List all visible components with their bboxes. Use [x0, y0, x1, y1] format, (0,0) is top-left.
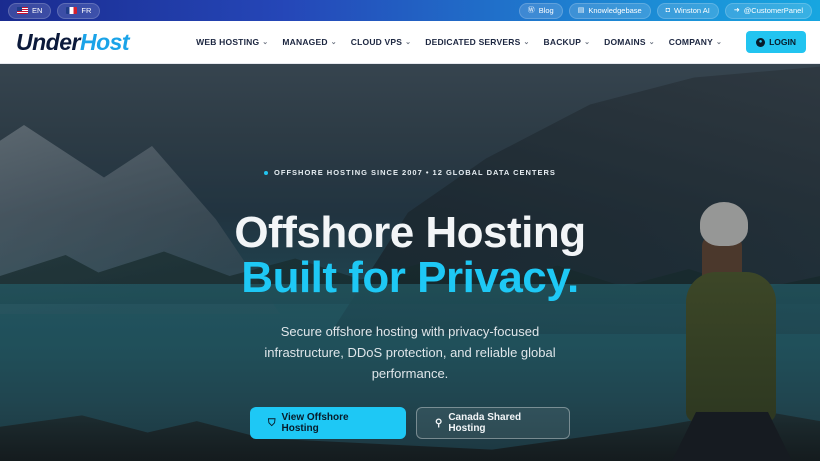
logo-part-host: Host [79, 28, 130, 55]
nav-label: CLOUD VPS [350, 37, 403, 47]
lang-fr-button[interactable]: FR [57, 2, 101, 19]
hero-subtext: Secure offshore hosting with privacy-foc… [264, 324, 556, 381]
chevron-down-icon: ⌄ [716, 39, 723, 46]
chevron-down-icon: ⌄ [405, 39, 412, 46]
chevron-down-icon: ⌄ [330, 39, 337, 46]
shield-icon: ⛉ [268, 417, 276, 429]
hero-section: OFFSHORE HOSTING SINCE 2007 • 12 GLOBAL … [0, 64, 820, 461]
nav-managed[interactable]: MANAGED ⌄ [282, 37, 336, 47]
nav-domains[interactable]: DOMAINS ⌄ [604, 37, 655, 47]
login-button[interactable]: ● LOGIN [746, 31, 806, 53]
nav-label: DEDICATED SERVERS [425, 37, 521, 47]
knowledgebase-link[interactable]: ▤ Knowledgebase [568, 2, 651, 19]
nav-cloud-vps[interactable]: CLOUD VPS ⌄ [351, 37, 411, 47]
map-pin-icon: ⚲ [435, 417, 443, 429]
chevron-down-icon: ⌄ [523, 39, 530, 46]
logo-part-under: Under [16, 28, 80, 55]
nav-label: COMPANY [668, 37, 713, 47]
user-icon: ● [756, 37, 766, 47]
cta-primary-label: View Offshore Hosting [281, 412, 349, 434]
nav-label: BACKUP [543, 37, 582, 47]
chevron-down-icon: ⌄ [584, 39, 591, 46]
wordpress-icon: Ⓦ [527, 7, 535, 14]
chat-icon: ◘ [665, 7, 670, 14]
customer-panel-label: @CustomerPanel [743, 6, 803, 15]
fr-flag-icon [66, 7, 78, 14]
lang-fr-label: FR [81, 6, 92, 15]
nav-label: WEB HOSTING [196, 37, 260, 47]
us-flag-icon [17, 7, 28, 14]
winston-ai-label: Winston AI [673, 6, 710, 15]
nav-label: MANAGED [282, 37, 328, 47]
blog-label: Blog [538, 6, 554, 15]
customer-panel-link[interactable]: ➜ @CustomerPanel [724, 2, 812, 19]
nav-web-hosting[interactable]: WEB HOSTING ⌄ [196, 37, 268, 47]
underhost-logo[interactable]: Under Host [16, 28, 130, 56]
hero-headline-line2: Built for Privacy. [241, 253, 579, 302]
nav-dedicated-servers[interactable]: DEDICATED SERVERS ⌄ [425, 37, 529, 47]
chevron-down-icon: ⌄ [262, 39, 269, 46]
login-label: LOGIN [769, 37, 796, 47]
lang-en-button[interactable]: EN [8, 2, 52, 19]
top-utility-bar: EN FR Ⓦ Blog ▤ Knowledgebase ◘ Winston A… [0, 0, 820, 21]
language-switcher: EN FR [8, 2, 101, 19]
view-offshore-hosting-button[interactable]: ⛉ View Offshore Hosting [250, 407, 406, 439]
hero-headline-line1: Offshore Hosting [234, 208, 586, 257]
winston-ai-link[interactable]: ◘ Winston AI [656, 2, 719, 19]
main-navbar: Under Host WEB HOSTING ⌄ MANAGED ⌄ CLOUD … [0, 21, 820, 64]
tagline-text: OFFSHORE HOSTING SINCE 2007 • 12 GLOBAL … [274, 168, 556, 177]
hero-tagline: OFFSHORE HOSTING SINCE 2007 • 12 GLOBAL … [264, 168, 556, 177]
nav-company[interactable]: COMPANY ⌄ [669, 37, 722, 47]
hero-content: OFFSHORE HOSTING SINCE 2007 • 12 GLOBAL … [0, 64, 820, 461]
nav-label: DOMAINS [604, 37, 646, 47]
chevron-down-icon: ⌄ [648, 39, 655, 46]
utility-links: Ⓦ Blog ▤ Knowledgebase ◘ Winston AI ➜ @C… [518, 2, 812, 19]
nav-backup[interactable]: BACKUP ⌄ [544, 37, 591, 47]
lang-en-label: EN [32, 6, 43, 15]
blog-link[interactable]: Ⓦ Blog [518, 2, 563, 19]
login-icon: ➜ [733, 7, 740, 14]
canada-shared-hosting-button[interactable]: ⚲ Canada Shared Hosting [416, 407, 570, 439]
primary-nav: WEB HOSTING ⌄ MANAGED ⌄ CLOUD VPS ⌄ DEDI… [196, 31, 806, 53]
cta-secondary-label: Canada Shared Hosting [448, 412, 522, 434]
dot-icon [264, 170, 269, 175]
hero-cta-row: ⛉ View Offshore Hosting ⚲ Canada Shared … [250, 407, 570, 439]
knowledgebase-label: Knowledgebase [588, 6, 642, 15]
book-icon: ▤ [577, 7, 585, 14]
